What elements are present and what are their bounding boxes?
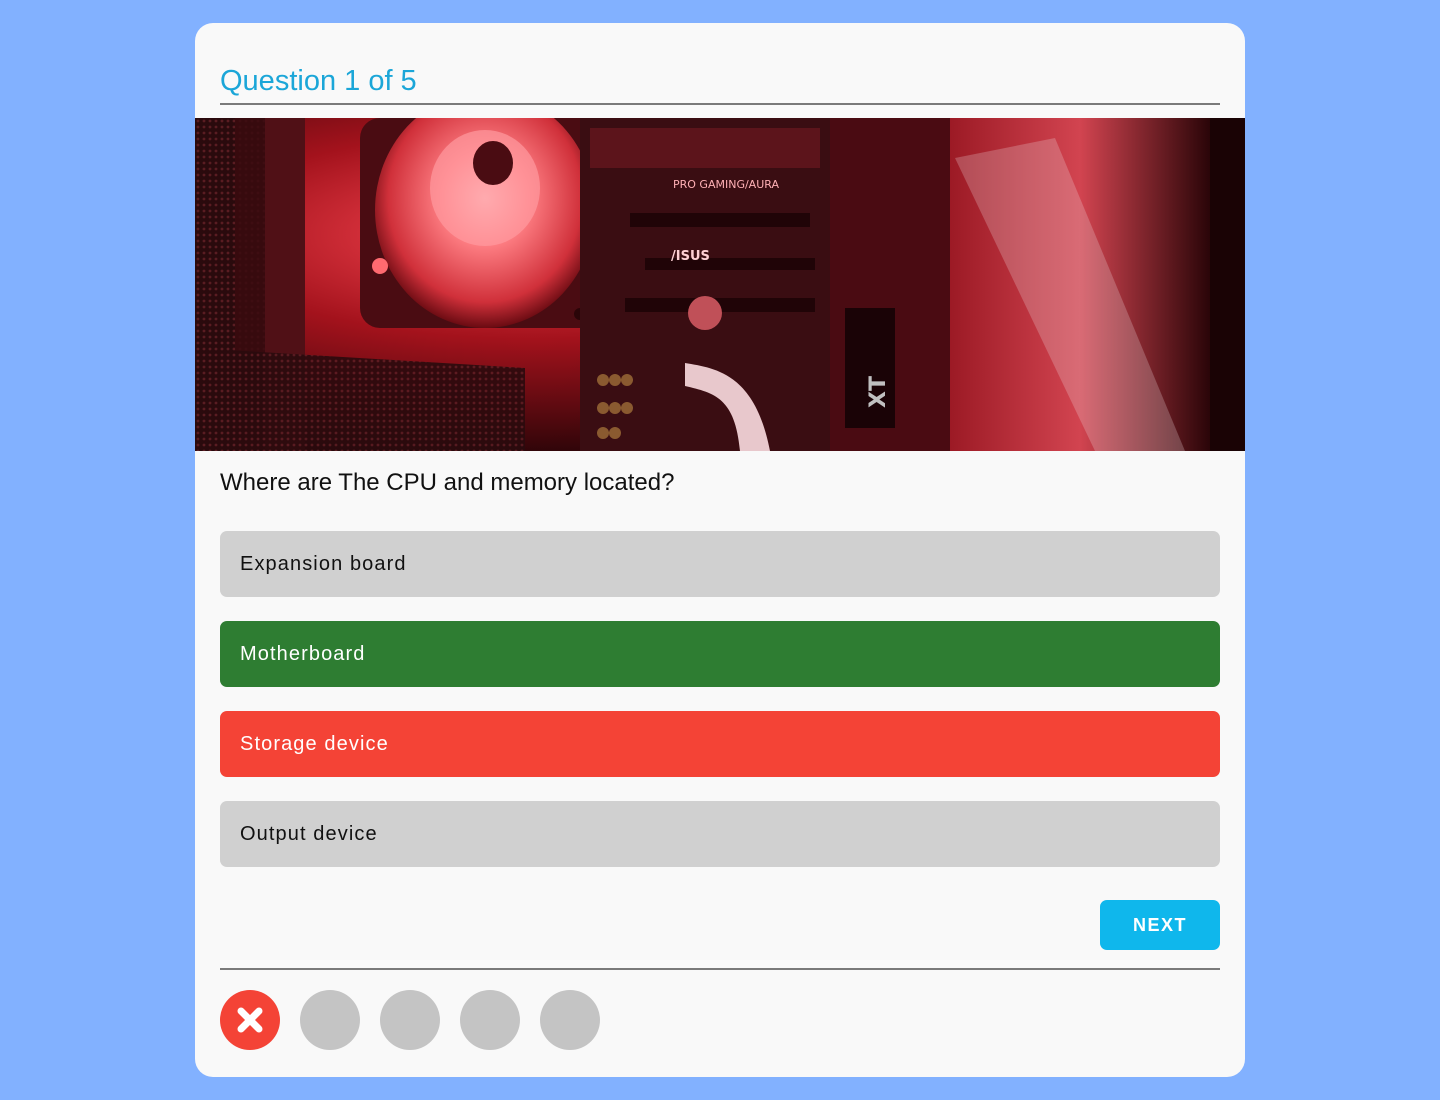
progress-dot-2	[300, 990, 360, 1050]
question-image: PRO GAMING/AURA /ISUS XT	[195, 118, 1245, 451]
answer-option-expansion-board[interactable]: Expansion board	[220, 531, 1220, 597]
progress-divider	[220, 968, 1220, 970]
answer-option-motherboard[interactable]: Motherboard	[220, 621, 1220, 687]
answer-option-storage-device[interactable]: Storage device	[220, 711, 1220, 777]
board-label-xt: XT	[866, 376, 891, 408]
question-counter: Question 1 of 5	[220, 65, 417, 97]
progress-dot-4	[460, 990, 520, 1050]
question-text: Where are The CPU and memory located?	[220, 469, 675, 496]
motherboard-photo: PRO GAMING/AURA /ISUS XT	[195, 118, 1245, 451]
answer-options: Expansion board Motherboard Storage devi…	[220, 531, 1220, 891]
quiz-card: Question 1 of 5 PRO GAMING/AURA /ISUS XT…	[195, 23, 1245, 1077]
progress-dot-1-wrong	[220, 990, 280, 1050]
progress-dot-3	[380, 990, 440, 1050]
board-label-brand: /ISUS	[671, 249, 710, 264]
quiz-header: Question 1 of 5	[220, 63, 1220, 105]
close-icon	[237, 1007, 263, 1033]
answer-option-output-device[interactable]: Output device	[220, 801, 1220, 867]
progress-indicator	[220, 990, 620, 1050]
progress-dot-5	[540, 990, 600, 1050]
next-button[interactable]: NEXT	[1100, 900, 1220, 950]
board-label-pro: PRO GAMING/AURA	[673, 178, 779, 191]
